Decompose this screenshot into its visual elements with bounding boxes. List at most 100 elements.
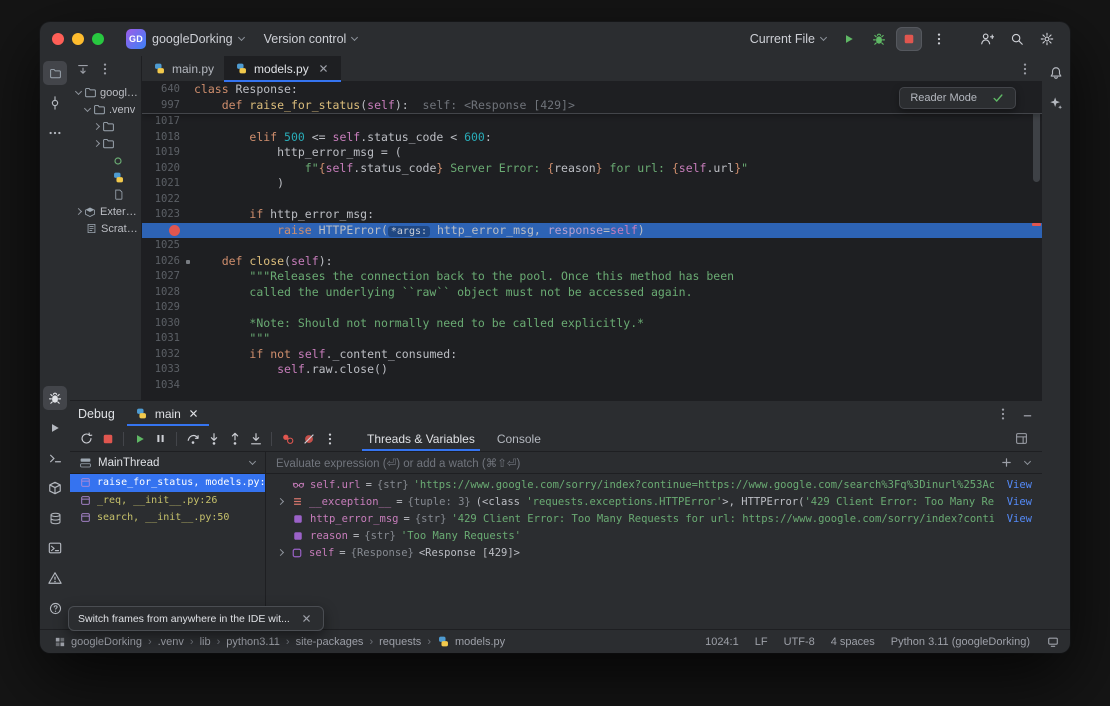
gutter[interactable]: 1030: [142, 316, 194, 332]
code-line[interactable]: 1022: [142, 192, 1042, 208]
step-over-button[interactable]: [182, 429, 203, 449]
breakpoint-icon[interactable]: [169, 225, 180, 236]
python-packages-button[interactable]: [43, 476, 67, 500]
chevron-right-icon[interactable]: [93, 123, 100, 130]
project-button[interactable]: [43, 61, 67, 85]
evaluate-expression-input[interactable]: Evaluate expression (⏎) or add a watch (…: [266, 452, 1042, 474]
more-run-options-icon[interactable]: [926, 27, 952, 51]
gutter[interactable]: 1017: [142, 114, 194, 130]
frame-row[interactable]: raise_for_status, models.py:1024: [70, 474, 265, 492]
tab-threads-variables[interactable]: Threads & Variables: [356, 426, 486, 451]
gutter[interactable]: 640: [142, 82, 194, 98]
stop-button[interactable]: [97, 429, 118, 449]
code-line[interactable]: 1030 *Note: Should not normally need to …: [142, 316, 1042, 332]
breadcrumb-item[interactable]: lib: [197, 635, 214, 649]
frame-row[interactable]: search, __init__.py:50: [70, 509, 265, 527]
code-line[interactable]: 1029: [142, 300, 1042, 316]
reader-mode-popup[interactable]: Reader Mode: [899, 87, 1016, 109]
variable-row[interactable]: __exception__ = {tuple: 3} (<class 'requ…: [266, 493, 1042, 510]
editor-tab-main-py[interactable]: main.py: [142, 56, 224, 81]
code-line[interactable]: 1027 """Releases the connection back to …: [142, 269, 1042, 285]
gutter[interactable]: 1032: [142, 347, 194, 363]
notifications-button[interactable]: [1044, 61, 1068, 85]
run-button[interactable]: [836, 27, 862, 51]
gutter[interactable]: 1019: [142, 145, 194, 161]
step-out-button[interactable]: [224, 429, 245, 449]
tree-item[interactable]: googleDorking: [70, 84, 141, 101]
terminal-button[interactable]: [43, 536, 67, 560]
code-line[interactable]: 1028 called the underlying ``raw`` objec…: [142, 285, 1042, 301]
code-line[interactable]: 1023 if http_error_msg:: [142, 207, 1042, 223]
more-tool-windows-button[interactable]: [43, 121, 67, 145]
problems-button[interactable]: [43, 566, 67, 590]
ai-assistant-button[interactable]: [1044, 91, 1068, 115]
breadcrumb-item[interactable]: site-packages: [293, 635, 367, 649]
status-item[interactable]: LF: [755, 636, 768, 648]
status-item[interactable]: Python 3.11 (googleDorking): [891, 636, 1030, 648]
chevron-down-icon[interactable]: [75, 88, 82, 95]
tree-item[interactable]: External Libraries: [70, 203, 141, 220]
code-line[interactable]: 1020 f"{self.status_code} Server Error: …: [142, 161, 1042, 177]
tree-item[interactable]: [70, 169, 141, 186]
tree-item[interactable]: Scratches and Consoles: [70, 220, 141, 237]
chevron-right-icon[interactable]: [93, 140, 100, 147]
debug-button[interactable]: [866, 27, 892, 51]
breadcrumb-item[interactable]: models.py: [434, 634, 508, 650]
tree-item[interactable]: .venv: [70, 101, 141, 118]
status-item[interactable]: UTF-8: [784, 636, 815, 648]
close-icon[interactable]: [317, 62, 331, 76]
panel-options-icon[interactable]: [98, 62, 112, 76]
code-line[interactable]: 1026 def close(self):: [142, 254, 1042, 270]
view-link[interactable]: View: [1007, 513, 1032, 525]
view-breakpoints-button[interactable]: [277, 429, 298, 449]
learn-button[interactable]: [43, 596, 67, 620]
view-link[interactable]: View: [1007, 496, 1032, 508]
step-into-button[interactable]: [203, 429, 224, 449]
debug-session-tab[interactable]: main: [127, 401, 209, 426]
gutter[interactable]: 1028: [142, 285, 194, 301]
database-button[interactable]: [43, 506, 67, 530]
frame-row[interactable]: _req, __init__.py:26: [70, 492, 265, 510]
editor-scrollbar[interactable]: [1030, 82, 1042, 400]
status-item[interactable]: 1024:1: [705, 636, 739, 648]
breadcrumb-item[interactable]: python3.11: [223, 635, 283, 649]
more-debug-options-button[interactable]: [319, 429, 340, 449]
chevron-down-icon[interactable]: [1024, 458, 1031, 465]
code-line[interactable]: 1032 if not self._content_consumed:: [142, 347, 1042, 363]
view-link[interactable]: View: [1007, 479, 1032, 491]
code-line[interactable]: 1031 """: [142, 331, 1042, 347]
close-icon[interactable]: [300, 612, 314, 626]
gutter[interactable]: 1020: [142, 161, 194, 177]
code-line[interactable]: 1017: [142, 114, 1042, 130]
tree-item[interactable]: [70, 118, 141, 135]
gutter[interactable]: 1031: [142, 331, 194, 347]
variable-row[interactable]: http_error_msg = {str} '429 Client Error…: [266, 510, 1042, 527]
stripe-mark-breakpoint[interactable]: [1032, 223, 1041, 226]
code-line[interactable]: raise HTTPError(*args: http_error_msg, r…: [142, 223, 1042, 239]
close-window-button[interactable]: [52, 33, 64, 45]
run-button[interactable]: [43, 416, 67, 440]
gutter[interactable]: 997: [142, 98, 194, 114]
run-to-cursor-button[interactable]: [245, 429, 266, 449]
chevron-down-icon[interactable]: [84, 105, 91, 112]
code-line[interactable]: 1018 elif 500 <= self.status_code < 600:: [142, 130, 1042, 146]
gutter[interactable]: 1022: [142, 192, 194, 208]
code-line[interactable]: 1021 ): [142, 176, 1042, 192]
python-console-button[interactable]: [43, 446, 67, 470]
close-icon[interactable]: [187, 407, 201, 421]
code-with-me-icon[interactable]: [974, 27, 1000, 51]
layout-settings-icon[interactable]: [1014, 432, 1028, 446]
settings-gear-icon[interactable]: [1034, 27, 1060, 51]
mute-breakpoints-button[interactable]: [298, 429, 319, 449]
breadcrumb-item[interactable]: .venv: [155, 635, 187, 649]
gutter[interactable]: 1021: [142, 176, 194, 192]
gutter[interactable]: 1026: [142, 254, 194, 270]
gutter[interactable]: 1023: [142, 207, 194, 223]
debug-options-icon[interactable]: [996, 407, 1010, 421]
commit-button[interactable]: [43, 91, 67, 115]
status-item[interactable]: 4 spaces: [831, 636, 875, 648]
debug-button[interactable]: [43, 386, 67, 410]
hide-debug-panel-icon[interactable]: [1020, 407, 1034, 421]
pause-button[interactable]: [150, 429, 171, 449]
vcs-widget[interactable]: Version control: [258, 29, 364, 49]
